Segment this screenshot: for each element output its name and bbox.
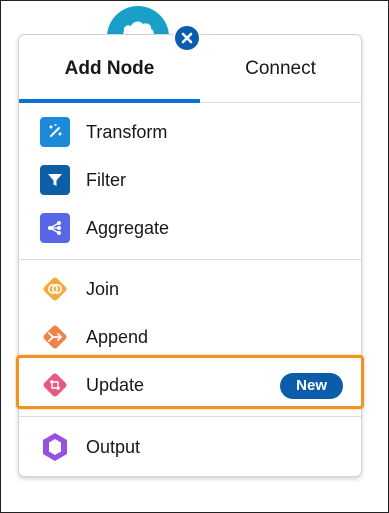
aggregate-icon bbox=[40, 213, 70, 243]
menu-item-append[interactable]: Append bbox=[19, 314, 361, 360]
menu-item-label: Transform bbox=[86, 122, 168, 142]
menu-item-label: Filter bbox=[86, 170, 126, 190]
divider bbox=[19, 259, 361, 260]
menu-item-transform[interactable]: Transform bbox=[19, 109, 361, 155]
join-icon bbox=[40, 274, 70, 304]
tab-add-node[interactable]: Add Node bbox=[19, 35, 200, 103]
active-tab-indicator bbox=[19, 99, 200, 103]
menu-item-join[interactable]: Join bbox=[19, 266, 361, 312]
menu-item-label: Join bbox=[86, 279, 120, 299]
append-icon bbox=[40, 322, 70, 352]
filter-icon bbox=[40, 165, 70, 195]
tab-connect[interactable]: Connect bbox=[200, 35, 361, 102]
update-highlight-box bbox=[16, 355, 364, 409]
menu-item-label: Append bbox=[86, 327, 149, 347]
divider bbox=[19, 416, 361, 417]
tab-label: Add Node bbox=[64, 57, 155, 79]
wand-icon bbox=[40, 117, 70, 147]
add-node-menu: Add Node Connect Transform Filter Aggreg… bbox=[18, 34, 362, 477]
menu-item-label: Output bbox=[86, 437, 141, 457]
close-icon bbox=[181, 32, 193, 44]
menu-item-output[interactable]: Output bbox=[19, 424, 361, 470]
menu-item-filter[interactable]: Filter bbox=[19, 157, 361, 203]
tab-label: Connect bbox=[245, 57, 316, 79]
close-button[interactable] bbox=[173, 24, 201, 52]
menu-item-aggregate[interactable]: Aggregate bbox=[19, 205, 361, 251]
output-icon bbox=[40, 432, 70, 462]
menu-item-label: Aggregate bbox=[86, 218, 170, 238]
